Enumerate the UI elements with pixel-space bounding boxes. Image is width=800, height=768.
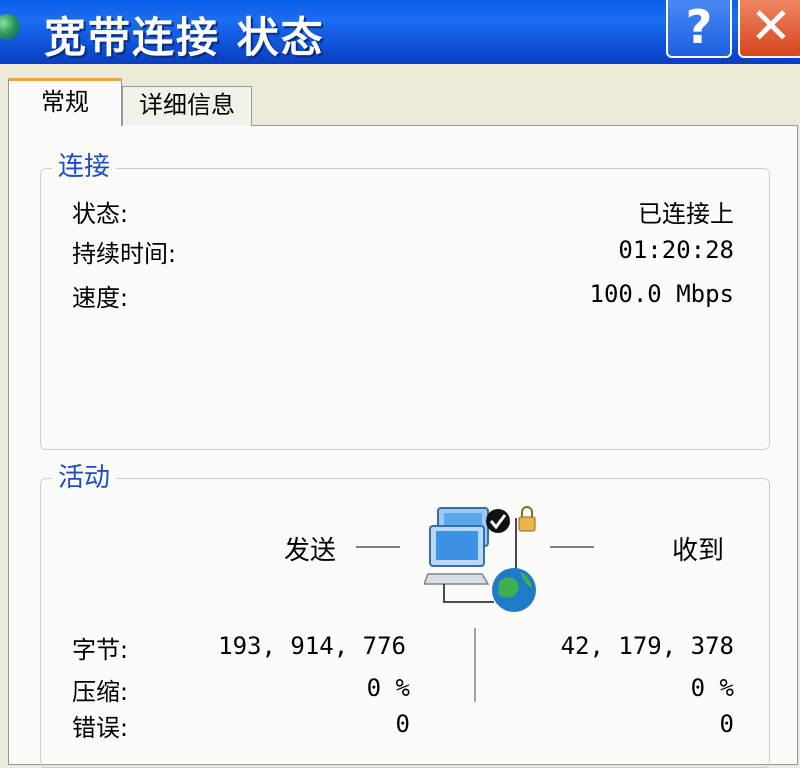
speed-label: 速度: [72, 284, 129, 312]
errors-sent-value: 0 [395, 710, 410, 738]
compression-sent-value: 0 % [366, 674, 410, 702]
tab-general[interactable]: 常规 [8, 78, 122, 126]
compression-label: 压缩: [72, 678, 129, 706]
activity-divider [474, 628, 476, 702]
sent-line [356, 546, 400, 548]
received-label: 收到 [672, 536, 725, 566]
bytes-sent-value: 193, 914, 776 [218, 632, 406, 660]
tab-details[interactable]: 详细信息 [122, 86, 252, 126]
window-title: 宽带连接 状态 [44, 13, 325, 62]
network-computers-icon [424, 506, 536, 612]
errors-received-value: 0 [719, 710, 734, 738]
help-button[interactable]: ? [666, 0, 732, 58]
sent-label: 发送 [284, 536, 337, 566]
duration-label: 持续时间: [72, 240, 177, 268]
speed-value: 100.0 Mbps [589, 280, 735, 308]
status-value: 已连接上 [638, 200, 734, 228]
duration-value: 01:20:28 [618, 236, 734, 264]
connection-group-title: 连接 [52, 146, 117, 183]
title-bar[interactable]: 宽带连接 状态 ? ✕ [0, 0, 800, 64]
activity-group-title: 活动 [52, 457, 117, 494]
network-globe-icon [0, 14, 20, 40]
errors-label: 错误: [72, 714, 129, 742]
bytes-label: 字节: [72, 636, 129, 664]
compression-received-value: 0 % [690, 674, 734, 702]
received-line [550, 546, 594, 548]
status-label: 状态: [72, 200, 129, 228]
close-button[interactable]: ✕ [738, 0, 800, 58]
bytes-received-value: 42, 179, 378 [560, 632, 734, 660]
